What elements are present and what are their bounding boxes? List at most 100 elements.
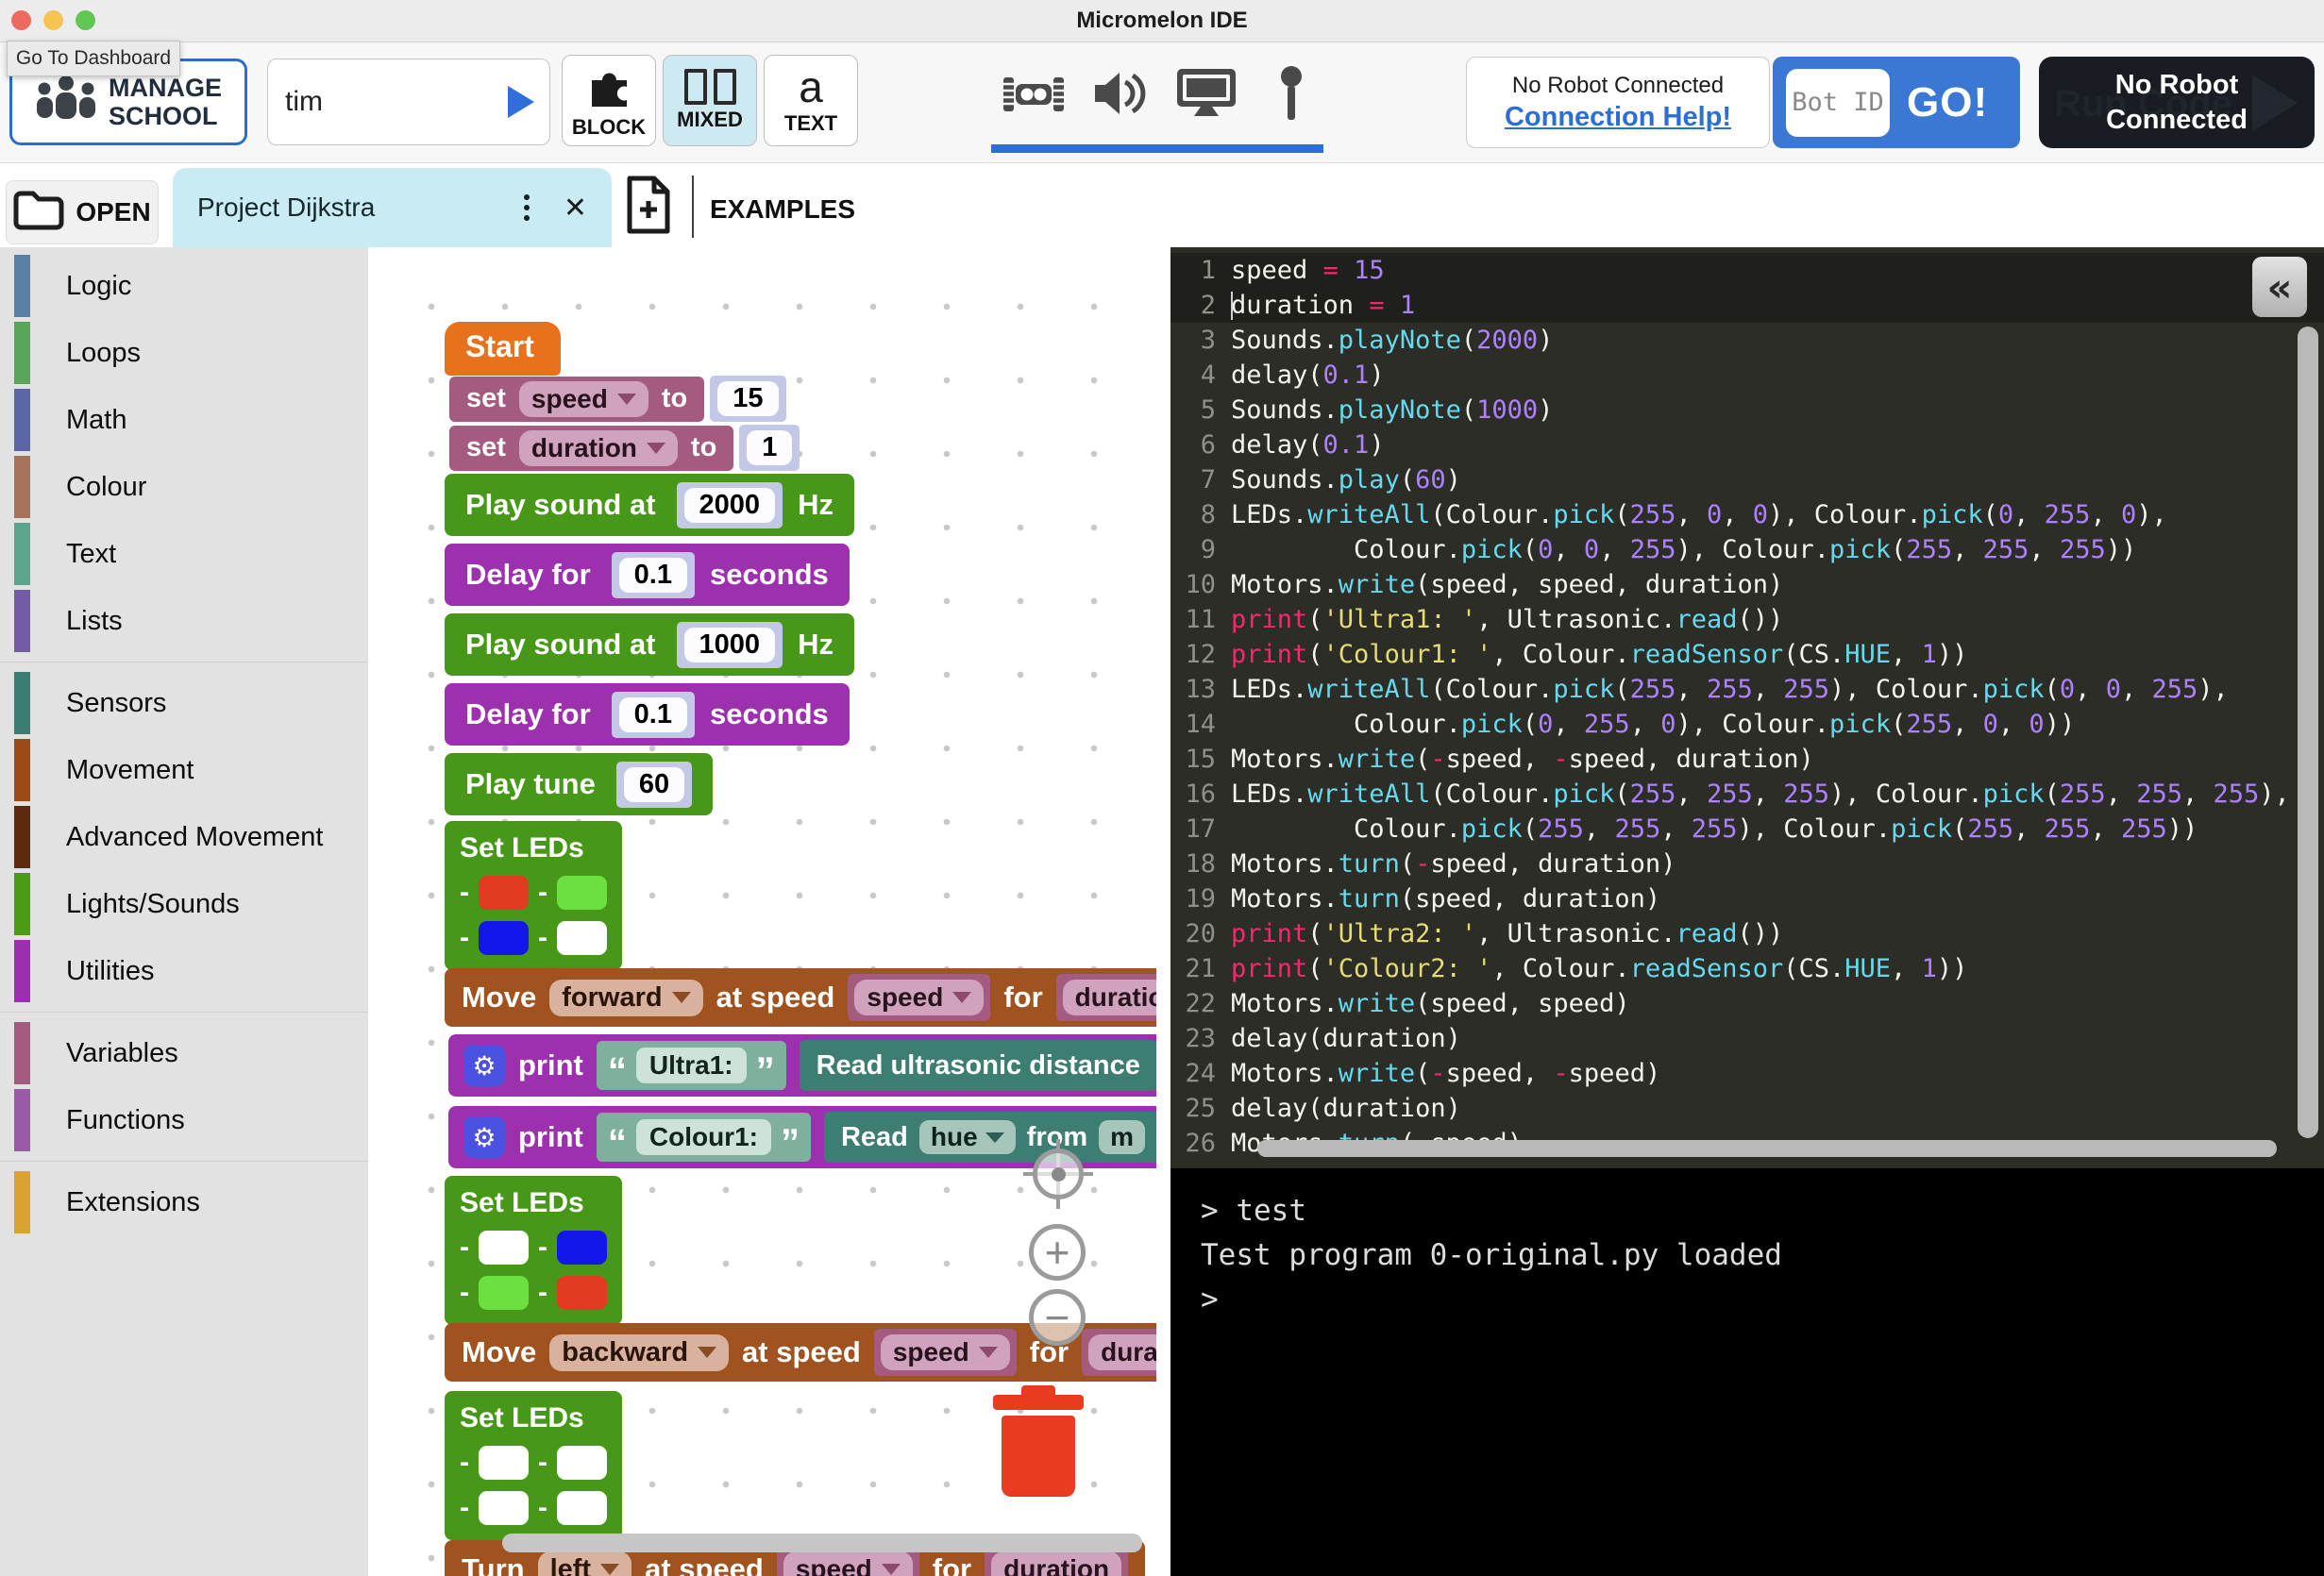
- monitor-icon[interactable]: [1176, 68, 1237, 124]
- sidebar-category-logic[interactable]: Logic: [0, 255, 368, 317]
- trash-icon[interactable]: [993, 1385, 1084, 1499]
- robot-icon[interactable]: [1002, 73, 1065, 121]
- mode-button-text[interactable]: a TEXT: [764, 55, 858, 146]
- led-colour-swatch[interactable]: [479, 876, 529, 910]
- code-line-16[interactable]: 16LEDs.writeAll(Colour.pick(255, 255, 25…: [1170, 777, 2324, 812]
- block-delay-1[interactable]: Delay for 0.1 seconds: [445, 544, 850, 606]
- block-set-leds-2[interactable]: Set LEDs ----: [445, 1176, 622, 1325]
- maximize-window-button[interactable]: [76, 10, 95, 30]
- code-line-14[interactable]: 14 Colour.pick(0, 255, 0), Colour.pick(2…: [1170, 707, 2324, 742]
- code-line-25[interactable]: 25delay(duration): [1170, 1091, 2324, 1126]
- sidebar-category-loops[interactable]: Loops: [0, 322, 368, 384]
- code-line-23[interactable]: 23delay(duration): [1170, 1021, 2324, 1056]
- led-colour-swatch[interactable]: [557, 1276, 607, 1310]
- sidebar-category-utilities[interactable]: Utilities: [0, 940, 368, 1002]
- block-set-duration[interactable]: set duration to 1: [449, 425, 800, 471]
- code-line-24[interactable]: 24Motors.write(-speed, -speed): [1170, 1056, 2324, 1091]
- examples-button[interactable]: EXAMPLES: [710, 180, 855, 239]
- block-print-ultra1[interactable]: ⚙ print “ Ultra1: ” Read ultrasonic dist…: [448, 1034, 1156, 1097]
- code-line-8[interactable]: 8LEDs.writeAll(Colour.pick(255, 0, 0), C…: [1170, 497, 2324, 532]
- mode-button-mixed[interactable]: MIXED: [663, 55, 757, 146]
- led-colour-swatch[interactable]: [479, 1491, 529, 1525]
- code-line-4[interactable]: 4delay(0.1): [1170, 358, 2324, 393]
- number-input[interactable]: 0.1: [612, 692, 695, 738]
- read-colour-block[interactable]: Read hue from m: [824, 1112, 1156, 1163]
- code-line-11[interactable]: 11print('Ultra1: ', Ultrasonic.read()): [1170, 602, 2324, 637]
- led-colour-swatch[interactable]: [557, 921, 607, 955]
- text-string-block[interactable]: “ Ultra1: ”: [597, 1041, 786, 1090]
- sidebar-category-math[interactable]: Math: [0, 389, 368, 451]
- block-set-speed[interactable]: set speed to 15: [449, 376, 786, 422]
- bot-id-input[interactable]: [1786, 69, 1890, 137]
- code-line-12[interactable]: 12print('Colour1: ', Colour.readSensor(C…: [1170, 637, 2324, 672]
- variable-dropdown[interactable]: duration: [991, 1551, 1121, 1576]
- minimize-window-button[interactable]: [43, 10, 63, 30]
- variable-dropdown[interactable]: speed: [783, 1551, 913, 1576]
- variable-dropdown[interactable]: speed: [519, 381, 648, 417]
- led-colour-swatch[interactable]: [557, 1231, 607, 1265]
- sidebar-category-text[interactable]: Text: [0, 523, 368, 585]
- number-input[interactable]: 15: [710, 376, 785, 422]
- code-line-19[interactable]: 19Motors.turn(speed, duration): [1170, 881, 2324, 916]
- sidebar-category-extensions[interactable]: Extensions: [0, 1171, 368, 1233]
- code-line-3[interactable]: 3Sounds.playNote(2000): [1170, 323, 2324, 358]
- code-line-2[interactable]: 2duration = 1: [1170, 288, 2324, 323]
- number-input[interactable]: 2000: [677, 482, 783, 528]
- sensor-channel-dropdown[interactable]: hue: [919, 1120, 1016, 1154]
- led-colour-swatch[interactable]: [479, 1231, 529, 1265]
- sidebar-category-lists[interactable]: Lists: [0, 590, 368, 652]
- sidebar-category-functions[interactable]: Functions: [0, 1089, 368, 1151]
- workspace-horizontal-scrollbar[interactable]: [502, 1534, 1142, 1552]
- variable-dropdown[interactable]: duration: [519, 430, 678, 466]
- code-editor[interactable]: 1speed = 152duration = 13Sounds.playNote…: [1170, 247, 2324, 1168]
- code-line-6[interactable]: 6delay(0.1): [1170, 428, 2324, 462]
- code-line-7[interactable]: 7Sounds.play(60): [1170, 462, 2324, 497]
- number-input[interactable]: 1: [739, 425, 800, 471]
- zoom-reset-button[interactable]: [1033, 1148, 1084, 1199]
- project-name-input[interactable]: [283, 85, 508, 119]
- blockly-workspace[interactable]: Start set speed to 15 set duration to: [368, 247, 1156, 1576]
- string-value[interactable]: Colour1:: [636, 1119, 771, 1155]
- close-window-button[interactable]: [11, 10, 31, 30]
- mode-button-block[interactable]: BLOCK: [562, 55, 656, 146]
- run-code-button[interactable]: Run Code No Robot Connected: [2039, 57, 2315, 148]
- sidebar-category-lights-sounds[interactable]: Lights/Sounds: [0, 873, 368, 935]
- number-input[interactable]: 60: [616, 762, 692, 808]
- sidebar-category-variables[interactable]: Variables: [0, 1022, 368, 1084]
- zoom-out-button[interactable]: −: [1029, 1289, 1086, 1346]
- code-line-20[interactable]: 20print('Ultra2: ', Ultrasonic.read()): [1170, 916, 2324, 951]
- led-colour-swatch[interactable]: [479, 1446, 529, 1480]
- direction-dropdown[interactable]: forward: [549, 980, 702, 1016]
- sidebar-category-sensors[interactable]: Sensors: [0, 672, 368, 734]
- block-start[interactable]: Start: [445, 322, 561, 376]
- number-input[interactable]: 1000: [677, 622, 783, 668]
- tab-close-icon[interactable]: ✕: [564, 192, 587, 225]
- led-colour-swatch[interactable]: [479, 1276, 529, 1310]
- led-colour-swatch[interactable]: [557, 876, 607, 910]
- direction-dropdown[interactable]: backward: [549, 1334, 729, 1371]
- block-delay-2[interactable]: Delay for 0.1 seconds: [445, 683, 850, 746]
- block-set-leds-3[interactable]: Set LEDs ----: [445, 1391, 622, 1540]
- tab-project-dijkstra[interactable]: Project Dijkstra ✕: [173, 168, 612, 247]
- text-string-block[interactable]: “ Colour1: ”: [597, 1113, 811, 1162]
- block-play-sound-2000[interactable]: Play sound at 2000 Hz: [445, 474, 854, 536]
- sidebar-category-colour[interactable]: Colour: [0, 456, 368, 518]
- terminal[interactable]: > testTest program 0-original.py loaded>: [1170, 1168, 2324, 1576]
- block-play-sound-1000[interactable]: Play sound at 1000 Hz: [445, 613, 854, 676]
- block-move-forward[interactable]: Move forward at speed speed for duration: [445, 968, 1156, 1027]
- led-colour-swatch[interactable]: [479, 921, 529, 955]
- code-line-18[interactable]: 18Motors.turn(-speed, duration): [1170, 847, 2324, 881]
- code-line-21[interactable]: 21print('Colour2: ', Colour.readSensor(C…: [1170, 951, 2324, 986]
- code-line-22[interactable]: 22Motors.write(speed, speed): [1170, 986, 2324, 1021]
- sidebar-category-advanced-movement[interactable]: Advanced Movement: [0, 806, 368, 868]
- code-line-9[interactable]: 9 Colour.pick(0, 0, 255), Colour.pick(25…: [1170, 532, 2324, 567]
- led-colour-swatch[interactable]: [557, 1446, 607, 1480]
- code-horizontal-scrollbar[interactable]: [1257, 1140, 2277, 1157]
- pin-icon[interactable]: [1280, 65, 1303, 126]
- code-line-1[interactable]: 1speed = 15: [1170, 253, 2324, 288]
- variable-dropdown[interactable]: durat: [1088, 1334, 1156, 1370]
- sensor-source-dropdown[interactable]: m: [1099, 1120, 1145, 1154]
- code-line-13[interactable]: 13LEDs.writeAll(Colour.pick(255, 255, 25…: [1170, 672, 2324, 707]
- led-colour-swatch[interactable]: [557, 1491, 607, 1525]
- code-line-5[interactable]: 5Sounds.playNote(1000): [1170, 393, 2324, 428]
